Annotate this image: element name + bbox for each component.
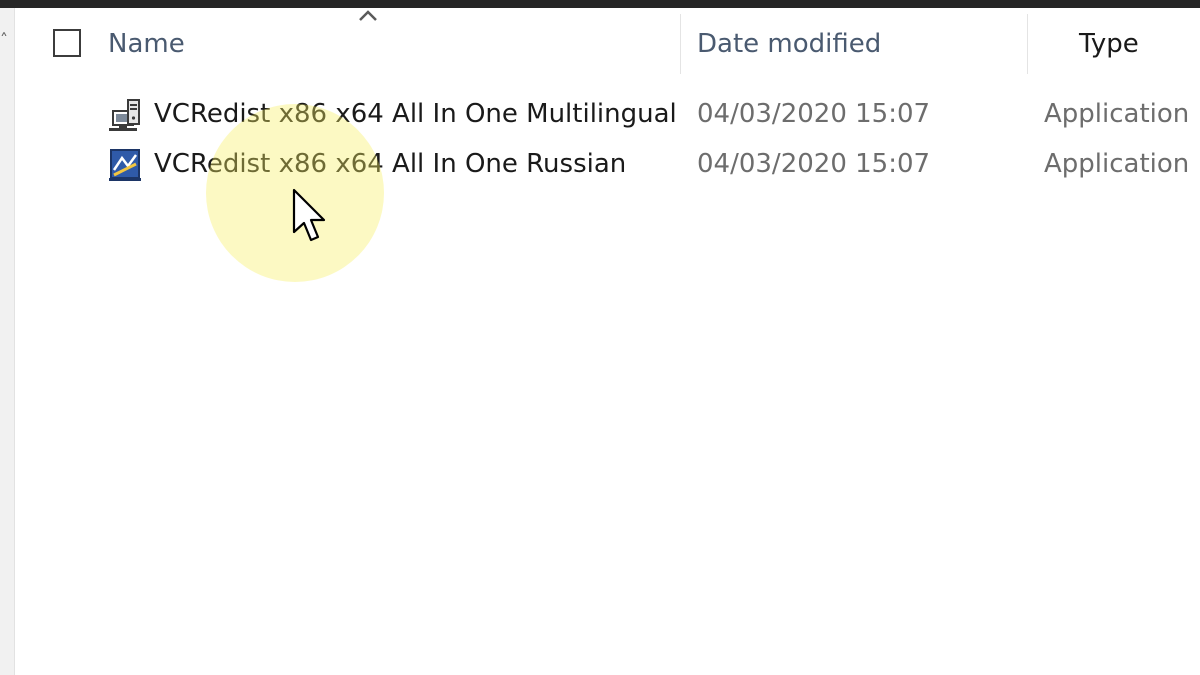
scroll-up-arrow-icon[interactable]: ˄ — [0, 32, 8, 48]
file-date-modified: 04/03/2020 15:07 — [697, 99, 931, 129]
column-divider[interactable] — [1027, 14, 1028, 74]
installer-computer-icon — [109, 99, 140, 131]
file-row[interactable]: VCRedist x86 x64 All In One Multilingual… — [100, 90, 1200, 138]
file-explorer-window: ˄ Name Date modified Type VCRedist x86 x… — [0, 0, 1200, 675]
file-row[interactable]: VCRedist x86 x64 All In One Russian 04/0… — [100, 140, 1200, 188]
column-header-name[interactable]: Name — [108, 28, 185, 60]
file-type: Application — [1044, 99, 1190, 129]
sort-ascending-icon — [359, 10, 377, 21]
file-date-modified: 04/03/2020 15:07 — [697, 149, 931, 179]
column-header-date-modified[interactable]: Date modified — [697, 28, 881, 60]
file-name[interactable]: VCRedist x86 x64 All In One Russian — [154, 148, 626, 180]
column-header-type[interactable]: Type — [1079, 28, 1139, 60]
select-all-checkbox[interactable] — [53, 29, 81, 57]
navigation-pane-scrollbar[interactable]: ˄ — [0, 8, 15, 675]
file-type: Application — [1044, 149, 1190, 179]
window-top-edge — [0, 0, 1200, 8]
mouse-pointer-icon — [292, 188, 326, 242]
installer-blue-icon — [109, 149, 141, 181]
file-name[interactable]: VCRedist x86 x64 All In One Multilingual — [154, 98, 677, 130]
column-divider[interactable] — [680, 14, 681, 74]
